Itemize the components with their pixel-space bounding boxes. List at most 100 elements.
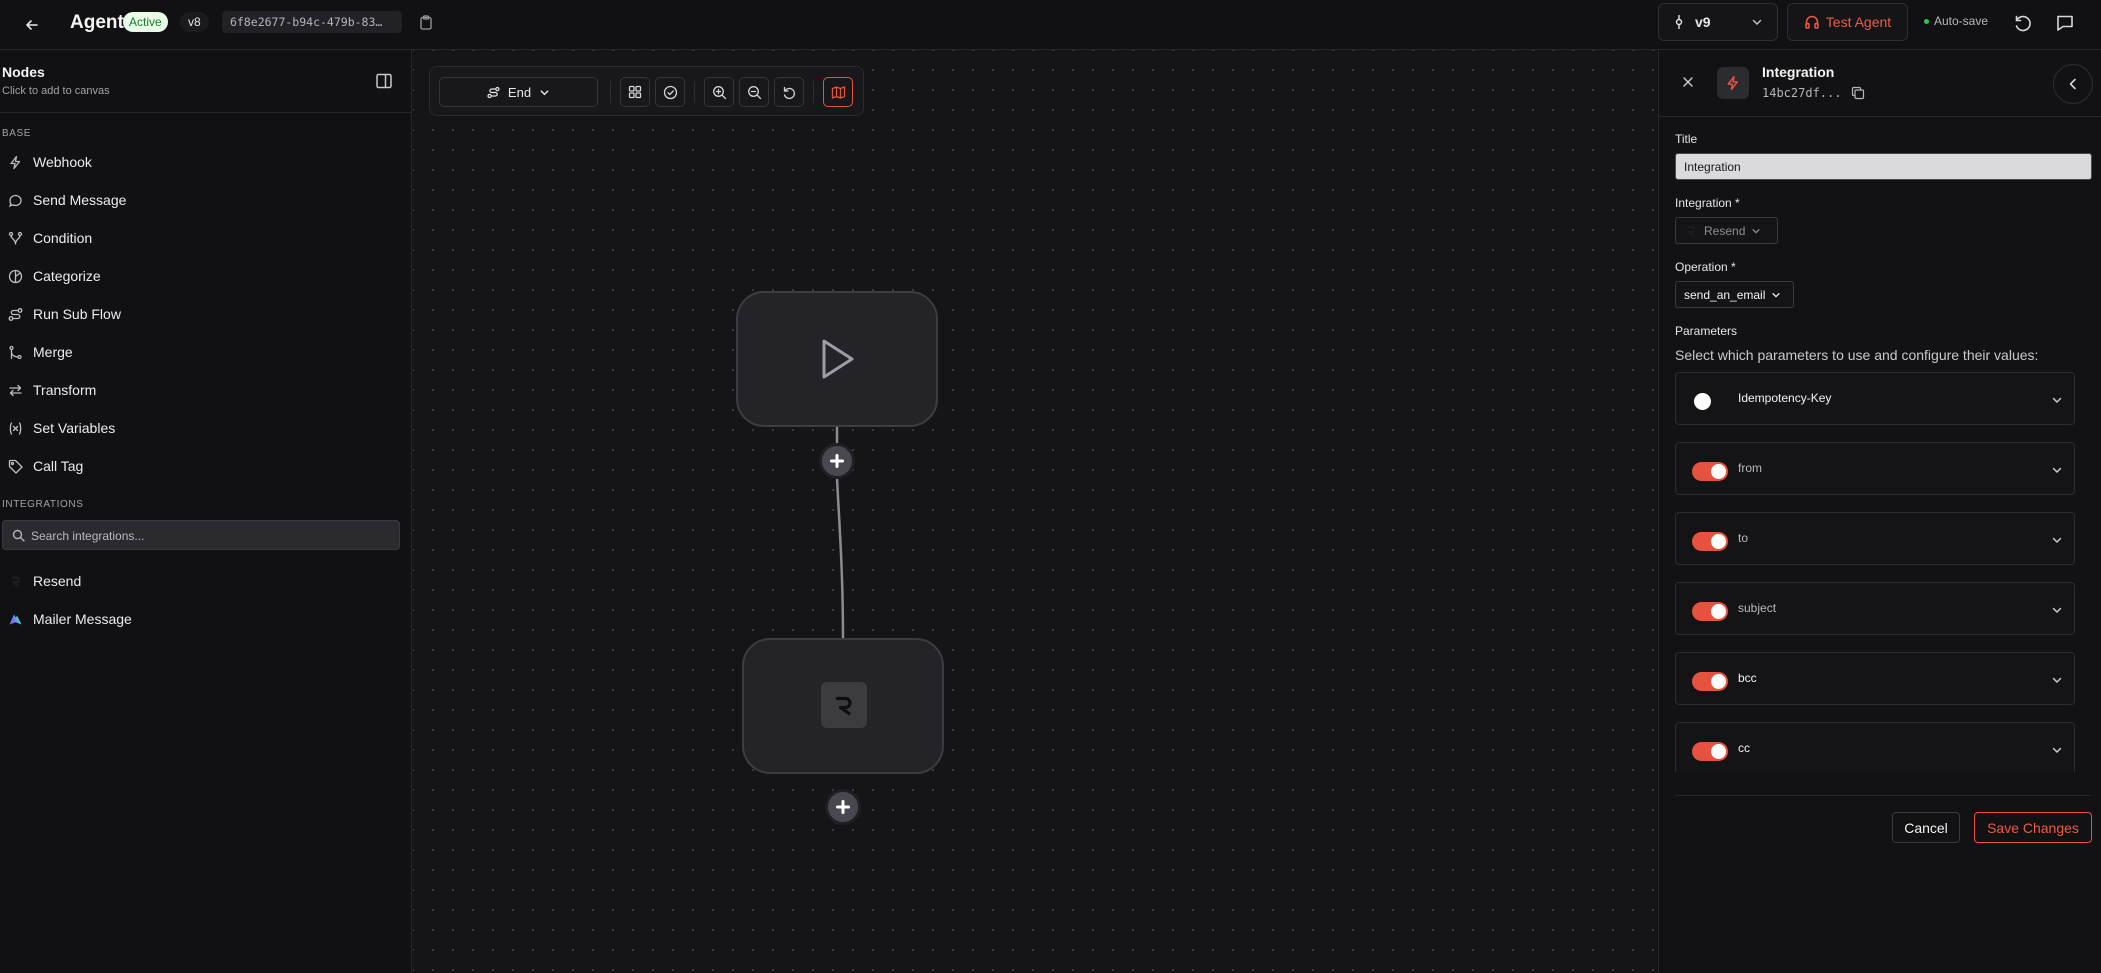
zoom-in-button[interactable]	[704, 77, 734, 107]
sidebar-subtitle: Click to add to canvas	[2, 85, 110, 97]
lightning-icon	[8, 155, 23, 170]
sidebar-item-webhook[interactable]: Webhook	[0, 145, 405, 179]
lightning-icon	[1717, 67, 1749, 99]
integrations-section-heading: Integrations	[2, 499, 84, 510]
chevron-down-icon	[2052, 537, 2062, 544]
message-bubble-icon	[8, 193, 23, 208]
parameters-list[interactable]: Idempotency-Key from to subject bcc cc	[1675, 372, 2085, 772]
history-icon[interactable]	[2012, 12, 2034, 34]
chevron-down-icon	[1752, 228, 1760, 234]
parameter-row-to[interactable]: to	[1675, 512, 2075, 565]
zoom-out-button[interactable]	[739, 77, 769, 107]
toggle-knob	[1694, 393, 1711, 410]
parameter-row-subject[interactable]: subject	[1675, 582, 2075, 635]
parameter-row-idempotency-key[interactable]: Idempotency-Key	[1675, 372, 2075, 425]
close-icon[interactable]	[1680, 74, 1696, 90]
chevron-down-icon	[2052, 467, 2062, 474]
layout-grid-button[interactable]	[620, 77, 650, 107]
parameter-toggle[interactable]	[1692, 532, 1728, 551]
parameter-row-cc[interactable]: cc	[1675, 722, 2075, 772]
minimap-button[interactable]	[823, 77, 853, 107]
toggle-knob	[1711, 674, 1726, 689]
zoom-out-icon	[747, 85, 761, 99]
autosave-indicator: Auto-save	[1924, 14, 1988, 28]
parameter-name: cc	[1738, 741, 1750, 755]
test-agent-button[interactable]: Test Agent	[1787, 3, 1908, 41]
parameter-name: to	[1738, 531, 1749, 545]
integration-field-label: Integration *	[1675, 196, 1740, 210]
sidebar-item-label: Condition	[33, 230, 93, 246]
parameter-toggle[interactable]	[1692, 602, 1728, 621]
sidebar-item-condition[interactable]: Condition	[0, 221, 405, 255]
parameter-name: from	[1738, 461, 1762, 475]
parameter-row-bcc[interactable]: bcc	[1675, 652, 2075, 705]
copy-icon[interactable]	[1851, 86, 1865, 100]
map-icon	[831, 85, 845, 99]
toolbar-divider	[610, 81, 611, 103]
parameter-toggle[interactable]	[1692, 462, 1728, 481]
swap-arrows-icon	[8, 383, 23, 398]
operation-select[interactable]: send_an_email	[1675, 281, 1794, 308]
save-changes-button[interactable]: Save Changes	[1974, 812, 2092, 843]
base-section-heading: Base	[2, 128, 32, 139]
sidebar-item-call-tag[interactable]: Call Tag	[0, 449, 405, 483]
sidebar-item-categorize[interactable]: Categorize	[0, 259, 405, 293]
node-id: 14bc27df...	[1762, 86, 1842, 100]
flow-canvas[interactable]: End	[413, 50, 1657, 973]
sidebar-item-merge[interactable]: Merge	[0, 335, 405, 369]
cancel-button[interactable]: Cancel	[1892, 812, 1960, 843]
sidebar-item-label: Run Sub Flow	[33, 306, 121, 322]
top-bar: Agent Active v8 6f8e2677-b94c-479b-83… v…	[0, 0, 2101, 50]
add-node-button[interactable]	[819, 443, 855, 479]
end-dropdown[interactable]: End	[439, 77, 598, 107]
sidebar-item-label: Merge	[33, 344, 73, 360]
parameter-toggle[interactable]	[1692, 392, 1728, 411]
integration-select[interactable]: Resend	[1675, 217, 1778, 244]
parameters-help-text: Select which parameters to use and confi…	[1675, 347, 2039, 363]
canvas-toolbar: End	[429, 66, 864, 116]
start-node[interactable]	[736, 291, 938, 427]
parameter-toggle[interactable]	[1692, 672, 1728, 691]
page-title: Agent	[70, 12, 124, 33]
merge-icon	[8, 345, 23, 360]
sidebar-item-set-variables[interactable]: Set Variables	[0, 411, 405, 445]
sidebar-item-transform[interactable]: Transform	[0, 373, 405, 407]
sidebar-item-mailer-message[interactable]: Mailer Message	[0, 602, 405, 636]
parameter-toggle[interactable]	[1692, 742, 1728, 761]
end-dropdown-label: End	[507, 84, 532, 100]
agent-id: 6f8e2677-b94c-479b-83…	[222, 11, 402, 33]
validate-button[interactable]	[655, 77, 685, 107]
title-input[interactable]	[1675, 153, 2092, 180]
parameters-label: Parameters	[1675, 324, 1738, 338]
branch-icon	[8, 231, 23, 246]
status-badge: Active	[123, 12, 168, 32]
sidebar-item-label: Send Message	[33, 192, 127, 208]
back-arrow-icon[interactable]	[18, 11, 46, 39]
collapse-panel-button[interactable]	[2053, 64, 2093, 104]
version-select[interactable]: v9	[1658, 3, 1778, 41]
sidebar-toggle-icon[interactable]	[373, 70, 395, 92]
nodes-sidebar: Nodes Click to add to canvas Base Webhoo…	[0, 50, 412, 973]
integration-search-input[interactable]	[31, 526, 391, 546]
search-icon	[12, 529, 25, 542]
reset-view-button[interactable]	[774, 77, 804, 107]
parameter-name: Idempotency-Key	[1738, 391, 1832, 405]
sidebar-item-label: Webhook	[33, 154, 92, 170]
chevron-down-icon	[1772, 292, 1780, 298]
resend-node[interactable]	[742, 638, 944, 774]
rotate-ccw-icon	[783, 86, 795, 99]
chat-icon[interactable]	[2054, 12, 2076, 34]
route-icon	[487, 86, 500, 98]
parameter-row-from[interactable]: from	[1675, 442, 2075, 495]
sidebar-item-label: Call Tag	[33, 458, 84, 474]
test-agent-label: Test Agent	[1825, 14, 1892, 30]
sidebar-item-run-sub-flow[interactable]: Run Sub Flow	[0, 297, 405, 331]
autosave-label: Auto-save	[1934, 14, 1989, 28]
sidebar-item-resend[interactable]: Resend	[0, 564, 405, 598]
integration-select-value: Resend	[1704, 223, 1746, 238]
parameter-name: subject	[1738, 601, 1777, 615]
sidebar-item-send-message[interactable]: Send Message	[0, 183, 405, 217]
add-node-button[interactable]	[825, 789, 861, 825]
clipboard-icon[interactable]	[416, 12, 436, 32]
operation-field-label: Operation *	[1675, 260, 1736, 274]
